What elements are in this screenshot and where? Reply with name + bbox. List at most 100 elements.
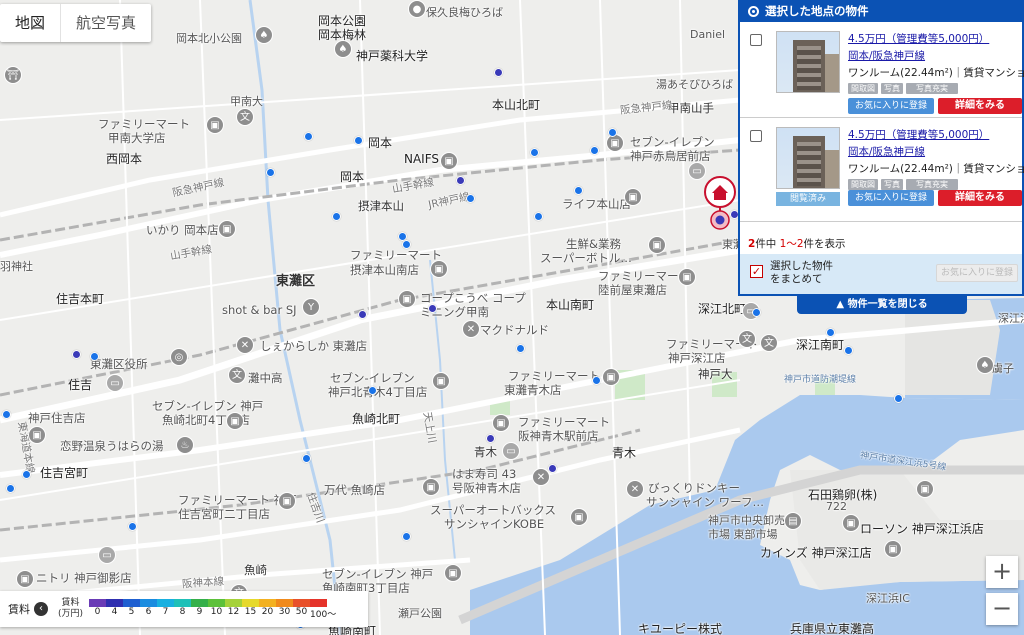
property-pin[interactable] bbox=[266, 168, 275, 177]
shop-icon: ▣ bbox=[444, 564, 462, 582]
map-label: NAIFS bbox=[404, 152, 440, 166]
map-label: ファミリーマート bbox=[350, 248, 442, 262]
shop-icon: ▣ bbox=[432, 372, 450, 390]
map-label: 摂津本山南店 bbox=[350, 263, 419, 277]
map-label: 魚崎 bbox=[244, 563, 267, 577]
map-label: 住吉宮町 bbox=[40, 466, 89, 480]
property-pin[interactable] bbox=[22, 470, 31, 479]
home-marker-icon bbox=[704, 176, 736, 230]
legend-values: 0 4 5 6 7 8 9 10 12 15 20 30 50 100〜 bbox=[89, 606, 337, 620]
map-label: スーパーボトル… bbox=[540, 251, 632, 265]
add-favorite-button[interactable]: お気に入りに登録 bbox=[848, 98, 934, 114]
property-pin[interactable] bbox=[402, 532, 411, 541]
property-photo[interactable] bbox=[776, 127, 840, 189]
property-price-link[interactable]: 4.5万円（管理費等5,000円） bbox=[848, 127, 989, 142]
property-pin[interactable] bbox=[844, 346, 853, 355]
location-icon: ● bbox=[408, 0, 426, 18]
map-type-map-button[interactable]: 地図 bbox=[0, 4, 60, 42]
add-favorite-button[interactable]: お気に入りに登録 bbox=[848, 190, 934, 206]
property-pin[interactable] bbox=[466, 194, 475, 203]
property-pin[interactable] bbox=[402, 240, 411, 249]
tag-photo-rich: 写真充実 bbox=[906, 179, 958, 190]
school-icon: 文 bbox=[760, 334, 778, 352]
property-pin[interactable] bbox=[368, 386, 377, 395]
park-icon: ♠ bbox=[976, 356, 994, 374]
shop-icon: ▣ bbox=[430, 260, 448, 278]
map-label: 灘中高 bbox=[248, 371, 283, 385]
property-pin[interactable] bbox=[302, 454, 311, 463]
map-label: サンシャインKOBE bbox=[444, 517, 545, 531]
rent-legend: 賃料 ‹ 賃料 (万円) 0 4 5 6 7 8 9 10 12 15 20 30 50 100〜 bbox=[0, 591, 368, 627]
map-label: 魚崎北町 bbox=[352, 412, 401, 426]
property-pin[interactable] bbox=[516, 344, 525, 353]
legend-value: 10 bbox=[210, 606, 223, 617]
map-label: 市場 東部市場 bbox=[708, 528, 778, 541]
legend-value: 15 bbox=[244, 606, 257, 617]
shop-icon: ▣ bbox=[884, 540, 902, 558]
property-pin[interactable] bbox=[90, 352, 99, 361]
shop-icon: ▣ bbox=[28, 426, 46, 444]
close-list-button[interactable]: ▲ 物件一覧を閉じる bbox=[797, 296, 967, 314]
view-detail-button[interactable]: 詳細をみる bbox=[938, 98, 1022, 114]
property-pin[interactable] bbox=[548, 464, 557, 473]
map-label: 兵庫県立東灘高 bbox=[790, 622, 875, 635]
park-icon: ♠ bbox=[255, 26, 273, 44]
property-pin[interactable] bbox=[592, 376, 601, 385]
property-checkbox[interactable] bbox=[750, 130, 762, 142]
map-type-aerial-button[interactable]: 航空写真 bbox=[60, 4, 151, 42]
property-pin[interactable] bbox=[534, 212, 543, 221]
map-label: 本山北町 bbox=[492, 98, 541, 112]
property-pin[interactable] bbox=[332, 212, 341, 221]
property-pin[interactable] bbox=[574, 186, 583, 195]
selected-location-marker[interactable] bbox=[703, 176, 737, 235]
map-label: しぇからしか 東灘店 bbox=[260, 339, 368, 353]
shop-icon: ▣ bbox=[206, 116, 224, 134]
legend-value: 30 bbox=[278, 606, 291, 617]
property-item: 閲覧済み 4.5万円（管理費等5,000円） 岡本/阪急神戸線 ワンルーム(22… bbox=[740, 118, 1024, 222]
property-pin[interactable] bbox=[894, 394, 903, 403]
count-mid: 件中 bbox=[755, 238, 777, 250]
map-label: shot & bar SJ bbox=[222, 303, 297, 317]
property-checkbox[interactable] bbox=[750, 34, 762, 46]
map-label: ローソン 神戸深江浜店 bbox=[860, 522, 984, 536]
property-pin[interactable] bbox=[304, 132, 313, 141]
map-label: カインズ 神戸深江店 bbox=[760, 546, 872, 560]
bulk-select-checkbox[interactable]: ✓ bbox=[750, 265, 763, 278]
property-pin[interactable] bbox=[358, 310, 367, 319]
property-pin[interactable] bbox=[456, 176, 465, 185]
property-pin[interactable] bbox=[72, 350, 81, 359]
shop-icon: ▣ bbox=[648, 236, 666, 254]
legend-collapse-icon[interactable]: ‹ bbox=[34, 602, 48, 616]
shop-icon: ▣ bbox=[440, 152, 458, 170]
property-pin[interactable] bbox=[530, 148, 539, 157]
legend-value: 50 bbox=[295, 606, 308, 617]
view-detail-button[interactable]: 詳細をみる bbox=[938, 190, 1022, 206]
zoom-out-button[interactable]: − bbox=[986, 593, 1018, 625]
property-pin[interactable] bbox=[752, 308, 761, 317]
property-line-link[interactable]: 岡本/阪急神戸線 bbox=[848, 48, 925, 63]
park-icon: ♠ bbox=[334, 40, 352, 58]
shop-icon: ▣ bbox=[16, 570, 34, 588]
property-photo[interactable] bbox=[776, 31, 840, 93]
bulk-favorite-button[interactable]: お気に入りに登録 bbox=[936, 264, 1018, 282]
legend-value: 6 bbox=[145, 606, 152, 617]
property-pin[interactable] bbox=[354, 136, 363, 145]
map-label: 号阪神青木店 bbox=[452, 481, 521, 495]
property-pin[interactable] bbox=[2, 410, 11, 419]
bulk-label-line2: をまとめて bbox=[770, 273, 823, 285]
property-pin[interactable] bbox=[826, 328, 835, 337]
property-pin[interactable] bbox=[494, 68, 503, 77]
property-line-link[interactable]: 岡本/阪急神戸線 bbox=[848, 144, 925, 159]
property-pin[interactable] bbox=[590, 146, 599, 155]
property-price-link[interactable]: 4.5万円（管理費等5,000円） bbox=[848, 31, 989, 46]
zoom-in-button[interactable]: + bbox=[986, 556, 1018, 588]
map-label: 湯あそびひろば bbox=[656, 78, 733, 91]
map-label: ライフ本山店 bbox=[562, 197, 631, 211]
property-pin[interactable] bbox=[428, 304, 437, 313]
property-pin[interactable] bbox=[128, 522, 137, 531]
property-pin[interactable] bbox=[486, 434, 495, 443]
shop-icon: ▣ bbox=[624, 188, 642, 206]
map-label: 羽神社 bbox=[0, 260, 33, 273]
property-pin[interactable] bbox=[608, 128, 617, 137]
property-pin[interactable] bbox=[6, 484, 15, 493]
